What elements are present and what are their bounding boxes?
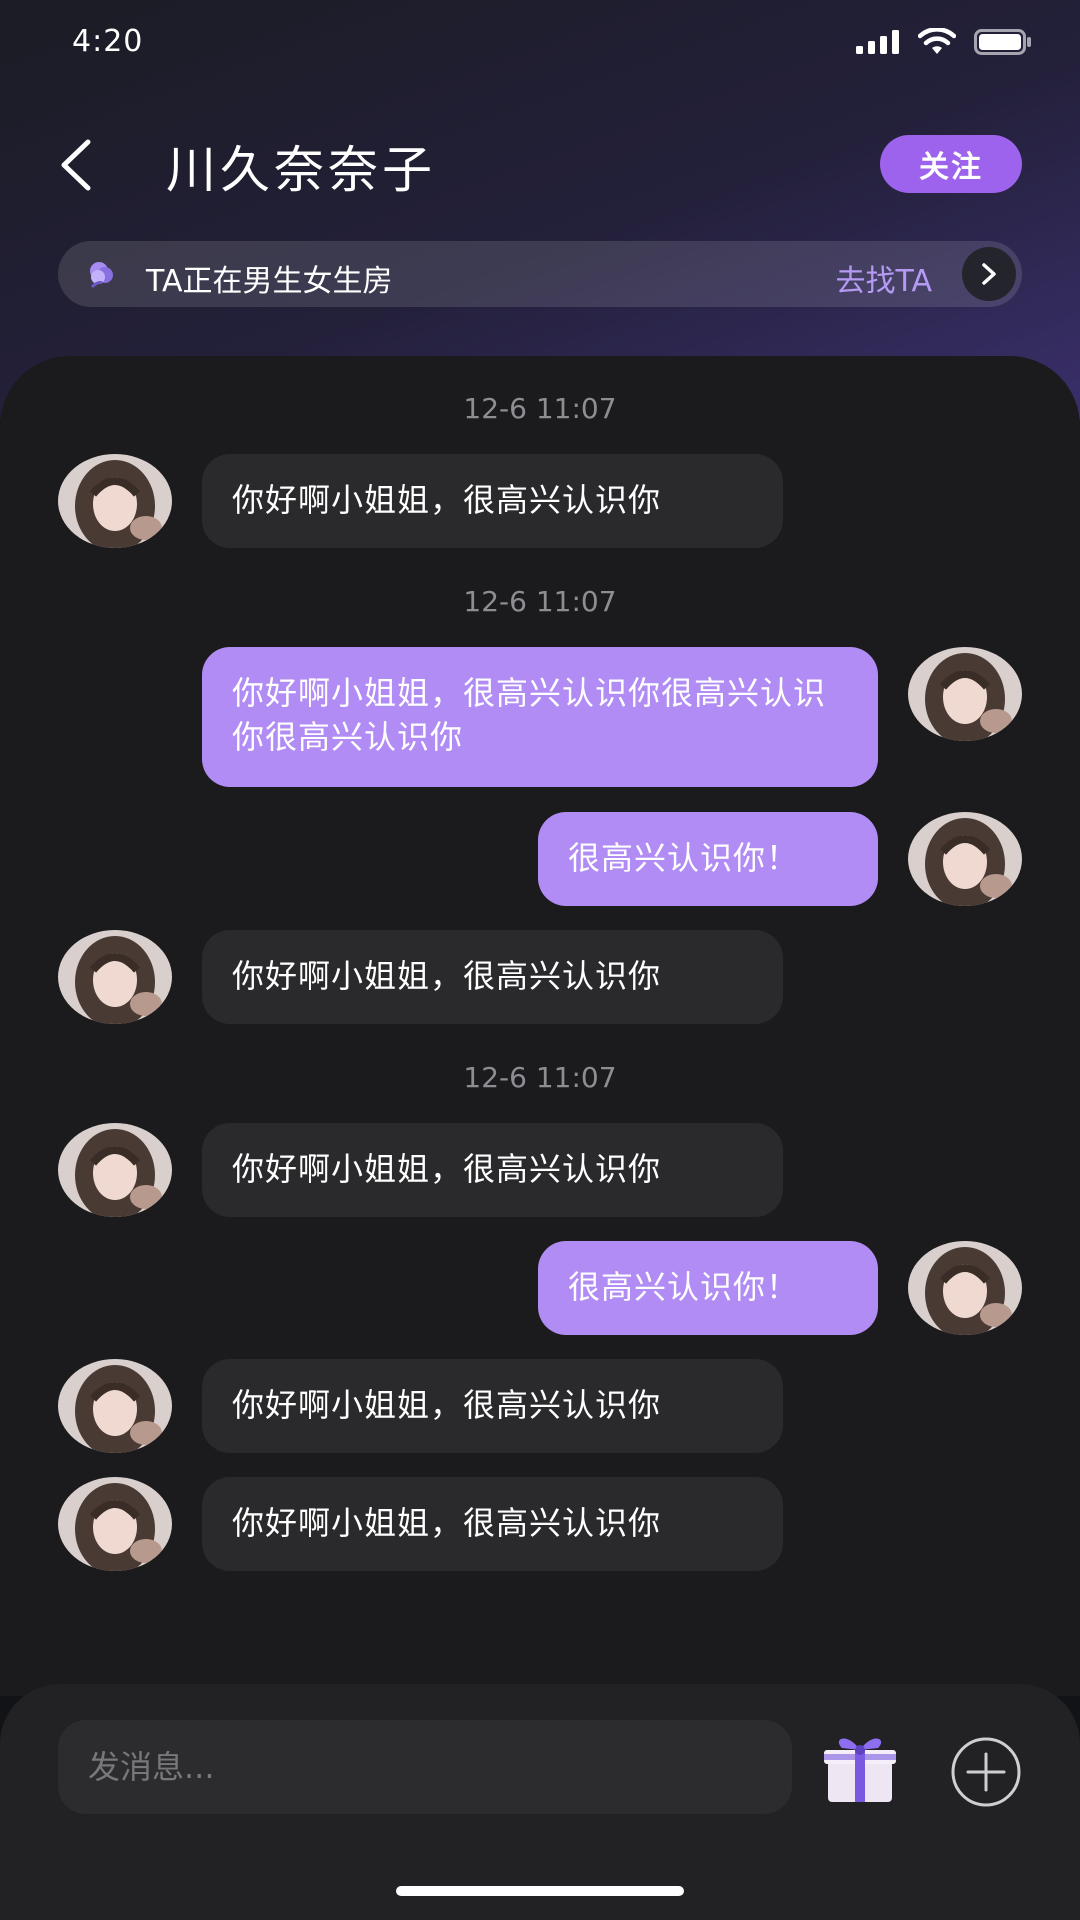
avatar[interactable] <box>908 812 1022 906</box>
gift-icon[interactable] <box>818 1724 902 1808</box>
battery-icon <box>974 29 1031 55</box>
chevron-right-icon <box>982 263 996 285</box>
avatar[interactable] <box>58 454 172 548</box>
status-icons <box>856 28 1032 56</box>
status-time: 4:20 <box>72 24 144 59</box>
message-timestamp: 12-6 11:07 <box>463 392 617 425</box>
message-bubble-incoming[interactable]: 你好啊小姐姐，很高兴认识你 <box>202 454 783 548</box>
avatar[interactable] <box>58 1477 172 1571</box>
message-bubble-outgoing[interactable]: 很高兴认识你！ <box>538 1241 878 1335</box>
message-timestamp: 12-6 11:07 <box>463 1061 617 1094</box>
avatar[interactable] <box>58 1123 172 1217</box>
page-title: 川久奈奈子 <box>166 141 436 199</box>
status-bar: 4:20 <box>0 0 1080 86</box>
message-input[interactable] <box>58 1720 792 1814</box>
rose-icon <box>90 262 113 289</box>
message-bubble-incoming[interactable]: 你好啊小姐姐，很高兴认识你 <box>202 1477 783 1571</box>
chevron-left-icon[interactable] <box>54 138 98 192</box>
message-bubble-incoming[interactable]: 你好啊小姐姐，很高兴认识你 <box>202 1123 783 1217</box>
follow-button[interactable]: 关注 <box>880 135 1022 193</box>
message-bubble-incoming[interactable]: 你好啊小姐姐，很高兴认识你 <box>202 930 783 1024</box>
message-input-bar <box>0 1684 1080 1920</box>
room-banner[interactable]: TA正在男生女生房 去找TA <box>58 241 1022 307</box>
message-timestamp: 12-6 11:07 <box>463 585 617 618</box>
home-indicator <box>396 1886 684 1896</box>
avatar[interactable] <box>58 1359 172 1453</box>
message-bubble-incoming[interactable]: 你好啊小姐姐，很高兴认识你 <box>202 1359 783 1453</box>
room-status-text: TA正在男生女生房 <box>146 264 393 299</box>
chat-header: 川久奈奈子 关注 <box>0 120 1080 210</box>
room-arrow-button[interactable] <box>962 247 1016 301</box>
avatar[interactable] <box>908 647 1022 741</box>
wifi-icon <box>918 28 956 54</box>
avatar[interactable] <box>58 930 172 1024</box>
avatar[interactable] <box>908 1241 1022 1335</box>
find-ta-link[interactable]: 去找TA <box>835 256 932 300</box>
message-bubble-outgoing[interactable]: 你好啊小姐姐，很高兴认识你很高兴认识你很高兴认识你 <box>202 647 878 787</box>
plus-circle-icon[interactable] <box>950 1736 1022 1808</box>
signal-icon <box>856 30 899 54</box>
message-bubble-outgoing[interactable]: 很高兴认识你！ <box>538 812 878 906</box>
